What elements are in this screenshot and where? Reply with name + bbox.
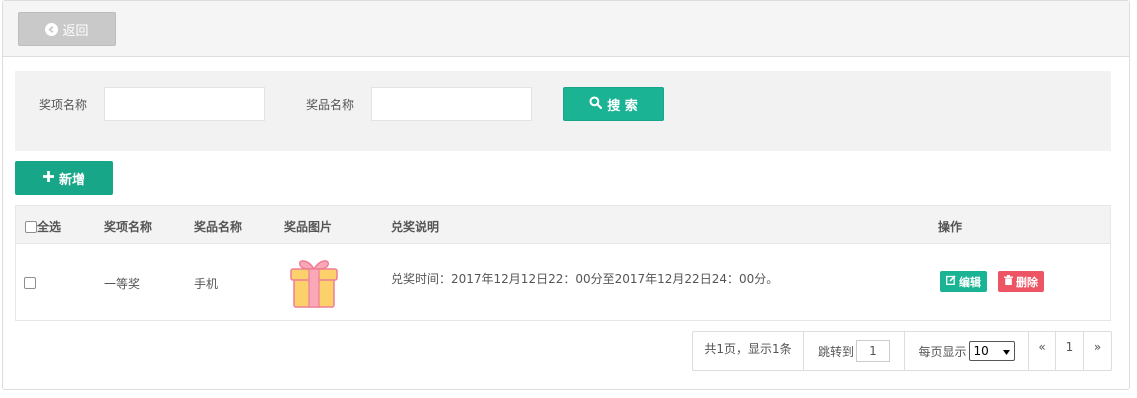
column-description: 兑奖说明 [391, 220, 440, 234]
back-button-label: 返回 [62, 23, 89, 39]
per-page: 每页显示 10 [905, 332, 1029, 370]
page-summary: 共1页，显示1条 [693, 332, 804, 370]
edit-button-label: 编辑 [959, 275, 981, 289]
prize-name-label: 奖品名称 [306, 98, 355, 112]
search-button[interactable]: 搜 索 [563, 87, 664, 121]
prize-name-cell: 手机 [194, 277, 219, 291]
add-button-label: 新增 [58, 172, 85, 188]
per-page-label: 每页显示 [918, 344, 967, 359]
prize-name-input[interactable] [371, 87, 532, 121]
select-all-header: 全选 [25, 218, 61, 235]
edit-button[interactable]: 编辑 [940, 271, 987, 292]
plus-icon [42, 170, 54, 186]
award-name-input[interactable] [104, 87, 265, 121]
row-checkbox[interactable] [24, 275, 36, 289]
jump-to-page: 跳转到 1 [804, 332, 905, 370]
per-page-value: 10 [973, 344, 989, 358]
award-name-cell: 一等奖 [104, 277, 141, 291]
award-name-label: 奖项名称 [39, 98, 88, 112]
page-1-button[interactable]: 1 [1056, 332, 1084, 370]
prize-table: 全选 奖项名称 奖品名称 奖品图片 兑奖说明 操作 一等奖 手机 兑奖时间：20… [15, 205, 1111, 321]
description-cell: 兑奖时间：2017年12月12日22：00分至2017年12月22日24：00分… [391, 272, 779, 286]
trash-icon [1004, 275, 1013, 288]
gift-icon [288, 255, 340, 312]
table-header: 全选 奖项名称 奖品名称 奖品图片 兑奖说明 操作 [16, 206, 1110, 244]
column-actions: 操作 [938, 220, 963, 234]
column-prize-image: 奖品图片 [284, 220, 333, 234]
next-page-button[interactable]: » [1084, 332, 1111, 370]
pagination: 共1页，显示1条 跳转到 1 每页显示 10 « 1 » [692, 331, 1112, 371]
jump-page-input[interactable]: 1 [856, 340, 890, 362]
caret-down-icon [1002, 344, 1010, 358]
back-button[interactable]: 返回 [18, 12, 116, 46]
delete-button[interactable]: 删除 [998, 271, 1044, 292]
arrow-left-circle-icon [45, 22, 59, 36]
search-form: 奖项名称 奖品名称 搜 索 [15, 71, 1111, 151]
add-button[interactable]: 新增 [15, 161, 113, 195]
search-icon [589, 95, 603, 113]
column-award-name: 奖项名称 [104, 220, 153, 234]
search-button-label: 搜 索 [607, 98, 638, 114]
per-page-select[interactable]: 10 [968, 341, 1015, 361]
delete-button-label: 删除 [1016, 275, 1038, 289]
column-prize-name: 奖品名称 [194, 220, 243, 234]
select-all-label: 全选 [37, 220, 62, 234]
edit-icon [946, 275, 956, 288]
jump-label: 跳转到 [817, 344, 854, 359]
panel-header: 返回 [3, 1, 1129, 57]
prev-page-button[interactable]: « [1029, 332, 1056, 370]
select-all-checkbox[interactable] [25, 220, 37, 233]
